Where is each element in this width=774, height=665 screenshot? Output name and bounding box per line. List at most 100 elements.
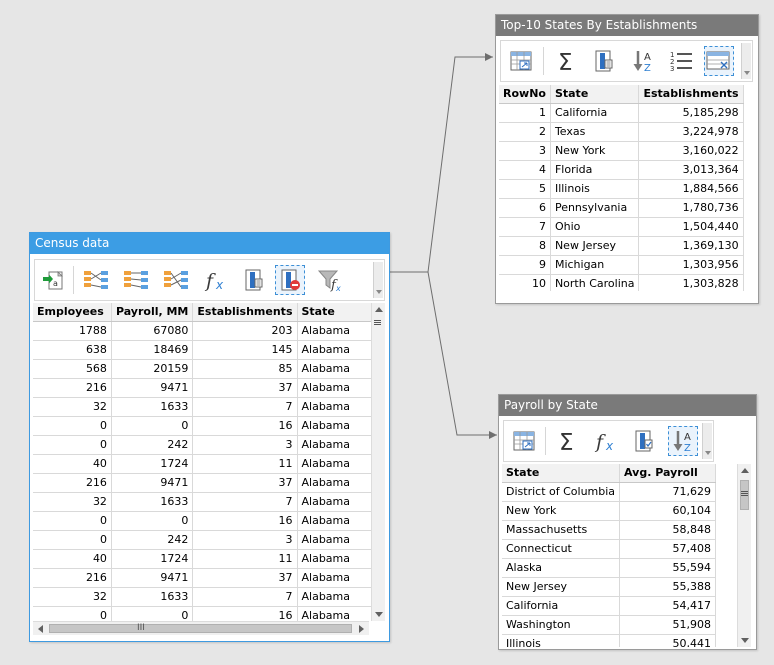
table-cell[interactable]: 16 (192, 416, 298, 436)
table-cell[interactable]: 1633 (111, 587, 194, 607)
table-cell[interactable]: District of Columbia (502, 482, 621, 502)
column-header-state[interactable]: State (502, 464, 621, 483)
table-cell[interactable]: 1,884,566 (638, 179, 744, 199)
table-row[interactable]: 4 Florida 3,013,364 (499, 160, 744, 180)
table-cell[interactable]: 5,185,298 (638, 103, 744, 123)
table-cell[interactable]: 1 (499, 103, 551, 123)
table-cell[interactable]: Alabama (297, 454, 372, 474)
table-cell[interactable]: 3,160,022 (638, 141, 744, 161)
payroll-grid[interactable]: State Avg. Payroll District of Columbia 7… (502, 464, 737, 647)
table-cell[interactable]: 37 (192, 378, 298, 398)
table-cell[interactable]: 40 (33, 454, 112, 474)
table-cell[interactable]: Ohio (550, 217, 640, 237)
horizontal-scroll-thumb[interactable] (49, 624, 352, 633)
table-cell[interactable]: California (550, 103, 640, 123)
table-row[interactable]: 0 242 3 Alabama (33, 435, 372, 455)
table-cell[interactable]: 67080 (111, 321, 194, 341)
table-cell[interactable]: 1633 (111, 397, 194, 417)
table-cell[interactable]: New York (550, 141, 640, 161)
table-cell[interactable]: 3,013,364 (638, 160, 744, 180)
table-row[interactable]: Washington 51,908 (502, 615, 717, 635)
column-header-state[interactable]: State (550, 85, 640, 104)
top10-states-title[interactable]: Top-10 States By Establishments (496, 15, 758, 36)
table-cell[interactable]: 242 (111, 530, 194, 550)
select-columns-button[interactable] (509, 426, 539, 456)
toolbar-overflow-button[interactable] (702, 423, 712, 459)
table-cell[interactable]: 10 (499, 274, 551, 291)
table-row[interactable]: 32 1633 7 Alabama (33, 397, 372, 417)
table-cell[interactable]: 1,303,956 (638, 255, 744, 275)
payroll-vertical-scrollbar[interactable] (737, 464, 751, 647)
scroll-down-arrow-icon[interactable] (741, 638, 749, 643)
table-cell[interactable]: Alabama (297, 359, 372, 379)
sort-button[interactable]: A Z (628, 46, 658, 76)
table-row[interactable]: 2 Texas 3,224,978 (499, 122, 744, 142)
table-cell[interactable]: 1,780,736 (638, 198, 744, 218)
aggregate-button[interactable]: Σ (552, 46, 582, 76)
scroll-up-arrow-icon[interactable] (741, 468, 749, 473)
table-row[interactable]: 32 1633 7 Alabama (33, 587, 372, 607)
table-row[interactable]: Alaska 55,594 (502, 558, 717, 578)
table-cell[interactable]: 1,369,130 (638, 236, 744, 256)
table-cell[interactable]: 3 (192, 435, 298, 455)
table-cell[interactable]: 0 (111, 416, 194, 436)
table-cell[interactable]: 16 (192, 606, 298, 621)
table-cell[interactable]: Alabama (297, 568, 372, 588)
table-cell[interactable]: 7 (192, 587, 298, 607)
table-row[interactable]: 216 9471 37 Alabama (33, 473, 372, 493)
sort-button[interactable]: A Z (668, 426, 698, 456)
merge-right-button[interactable] (161, 265, 191, 295)
table-row[interactable]: 32 1633 7 Alabama (33, 492, 372, 512)
merge-inner-button[interactable] (121, 265, 151, 295)
table-cell[interactable]: 216 (33, 473, 112, 493)
select-columns-button[interactable] (506, 46, 536, 76)
column-header-payroll[interactable]: Payroll, MM (111, 303, 194, 322)
select-columns-button[interactable] (629, 426, 659, 456)
table-cell[interactable]: 0 (111, 511, 194, 531)
table-cell[interactable]: Alabama (297, 473, 372, 493)
table-cell[interactable]: 50,441 (619, 634, 717, 647)
table-cell[interactable]: Alabama (297, 397, 372, 417)
table-row[interactable]: 0 0 16 Alabama (33, 606, 372, 621)
table-cell[interactable]: North Carolina (550, 274, 640, 291)
table-row[interactable]: Connecticut 57,408 (502, 539, 717, 559)
table-cell[interactable]: 5 (499, 179, 551, 199)
table-cell[interactable]: 638 (33, 340, 112, 360)
table-cell[interactable]: 7 (192, 492, 298, 512)
table-cell[interactable]: Alabama (297, 492, 372, 512)
table-row[interactable]: 1 California 5,185,298 (499, 103, 744, 123)
census-horizontal-scrollbar[interactable]: III (33, 621, 369, 635)
table-cell[interactable]: 58,848 (619, 520, 717, 540)
table-cell[interactable]: Alabama (297, 549, 372, 569)
table-cell[interactable]: 568 (33, 359, 112, 379)
table-cell[interactable]: 2 (499, 122, 551, 142)
table-cell[interactable]: 9471 (111, 473, 194, 493)
table-cell[interactable]: 7 (192, 397, 298, 417)
table-cell[interactable]: New Jersey (550, 236, 640, 256)
table-cell[interactable]: 37 (192, 473, 298, 493)
table-cell[interactable]: 203 (192, 321, 298, 341)
toolbar-overflow-button[interactable] (741, 43, 751, 79)
table-cell[interactable]: Florida (550, 160, 640, 180)
aggregate-button[interactable]: Σ (553, 426, 583, 456)
table-cell[interactable]: 9471 (111, 568, 194, 588)
scroll-right-arrow-icon[interactable] (359, 625, 364, 633)
table-cell[interactable]: 1724 (111, 454, 194, 474)
column-header-rowno[interactable]: RowNo (499, 85, 551, 104)
table-cell[interactable]: 242 (111, 435, 194, 455)
table-cell[interactable]: Alabama (297, 340, 372, 360)
table-cell[interactable]: 11 (192, 549, 298, 569)
column-header-state[interactable]: State (297, 303, 372, 322)
scroll-down-arrow-icon[interactable] (375, 612, 383, 617)
table-cell[interactable]: Alabama (297, 511, 372, 531)
table-cell[interactable]: 3 (192, 530, 298, 550)
toolbar-overflow-button[interactable] (373, 262, 383, 298)
table-cell[interactable]: 1633 (111, 492, 194, 512)
formula-button[interactable]: f x (201, 265, 231, 295)
row-numbers-button[interactable]: 1 2 3 (666, 46, 696, 76)
table-cell[interactable]: 1,303,828 (638, 274, 744, 291)
table-cell[interactable]: 37 (192, 568, 298, 588)
table-cell[interactable]: Connecticut (502, 539, 621, 559)
column-header-establishments[interactable]: Establishments (638, 85, 744, 104)
top-rows-button[interactable] (704, 46, 734, 76)
